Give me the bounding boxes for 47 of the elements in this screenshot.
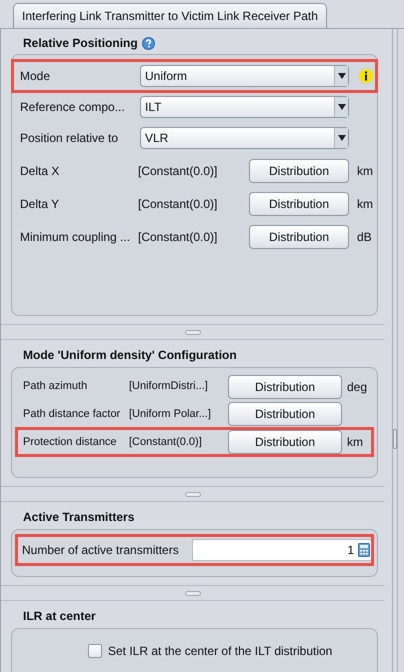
distribution-value: [Constant(0.0)] (138, 162, 218, 180)
dropdown[interactable]: ILT (140, 96, 349, 118)
field-label: Protection distance (23, 434, 118, 450)
field-label: Number of active transmitters (22, 542, 180, 559)
calculator-icon (358, 543, 370, 557)
field-label: Mode (20, 68, 52, 85)
tab[interactable]: Interfering Link Transmitter to Victim Link Receiver Path (13, 3, 327, 28)
section-title: Mode 'Uniform density' Configuration (23, 346, 237, 364)
scrollbar-thumb[interactable] (393, 429, 397, 449)
distribution-button[interactable]: Distribution (228, 402, 342, 426)
distribution-button[interactable]: Distribution (228, 374, 342, 398)
distribution-button[interactable]: Distribution (228, 430, 342, 454)
section-title: Relative Positioning (23, 35, 138, 52)
caret-icon (334, 128, 348, 148)
distribution-button[interactable]: Distribution (249, 158, 349, 182)
help-icon[interactable] (142, 36, 155, 50)
unit-label: deg (347, 378, 368, 396)
distribution-value: [Constant(0.0)] (138, 196, 218, 212)
distribution-value: [UniformDistri...] (129, 379, 209, 394)
splitter-handle[interactable] (184, 492, 200, 496)
number-field[interactable]: 1 (192, 539, 373, 561)
field-label: Path distance factor (23, 406, 122, 422)
field-label: Delta Y (20, 196, 60, 212)
field-label: Minimum coupling ... (20, 228, 132, 246)
field-label: Delta X (20, 162, 60, 180)
section-title: ILR at center (23, 608, 96, 624)
distribution-value: [Uniform Polar...] (129, 406, 212, 422)
unit-label: dB (357, 228, 372, 246)
caret-icon (334, 97, 348, 117)
dropdown[interactable]: VLR (140, 127, 349, 149)
distribution-button[interactable]: Distribution (249, 224, 349, 248)
unit-label: km (357, 196, 373, 212)
splitter-handle[interactable] (184, 330, 200, 334)
checkbox-label: Set ILR at the center of the ILT distribution (108, 643, 332, 660)
caret-icon (334, 66, 348, 86)
distribution-value: [Constant(0.0)] (138, 228, 218, 246)
checkbox[interactable] (88, 644, 102, 658)
distribution-button[interactable]: Distribution (249, 192, 349, 216)
unit-label: km (357, 162, 373, 180)
field-label: Reference compo... (20, 99, 126, 116)
unit-label: km (347, 434, 363, 451)
splitter-handle[interactable] (184, 590, 200, 596)
dropdown[interactable]: Uniform (140, 65, 349, 87)
section-title: Active Transmitters (23, 508, 134, 526)
field-label: Path azimuth (23, 379, 88, 394)
field-label: Position relative to (20, 130, 120, 147)
distribution-value: [Constant(0.0)] (129, 434, 203, 450)
